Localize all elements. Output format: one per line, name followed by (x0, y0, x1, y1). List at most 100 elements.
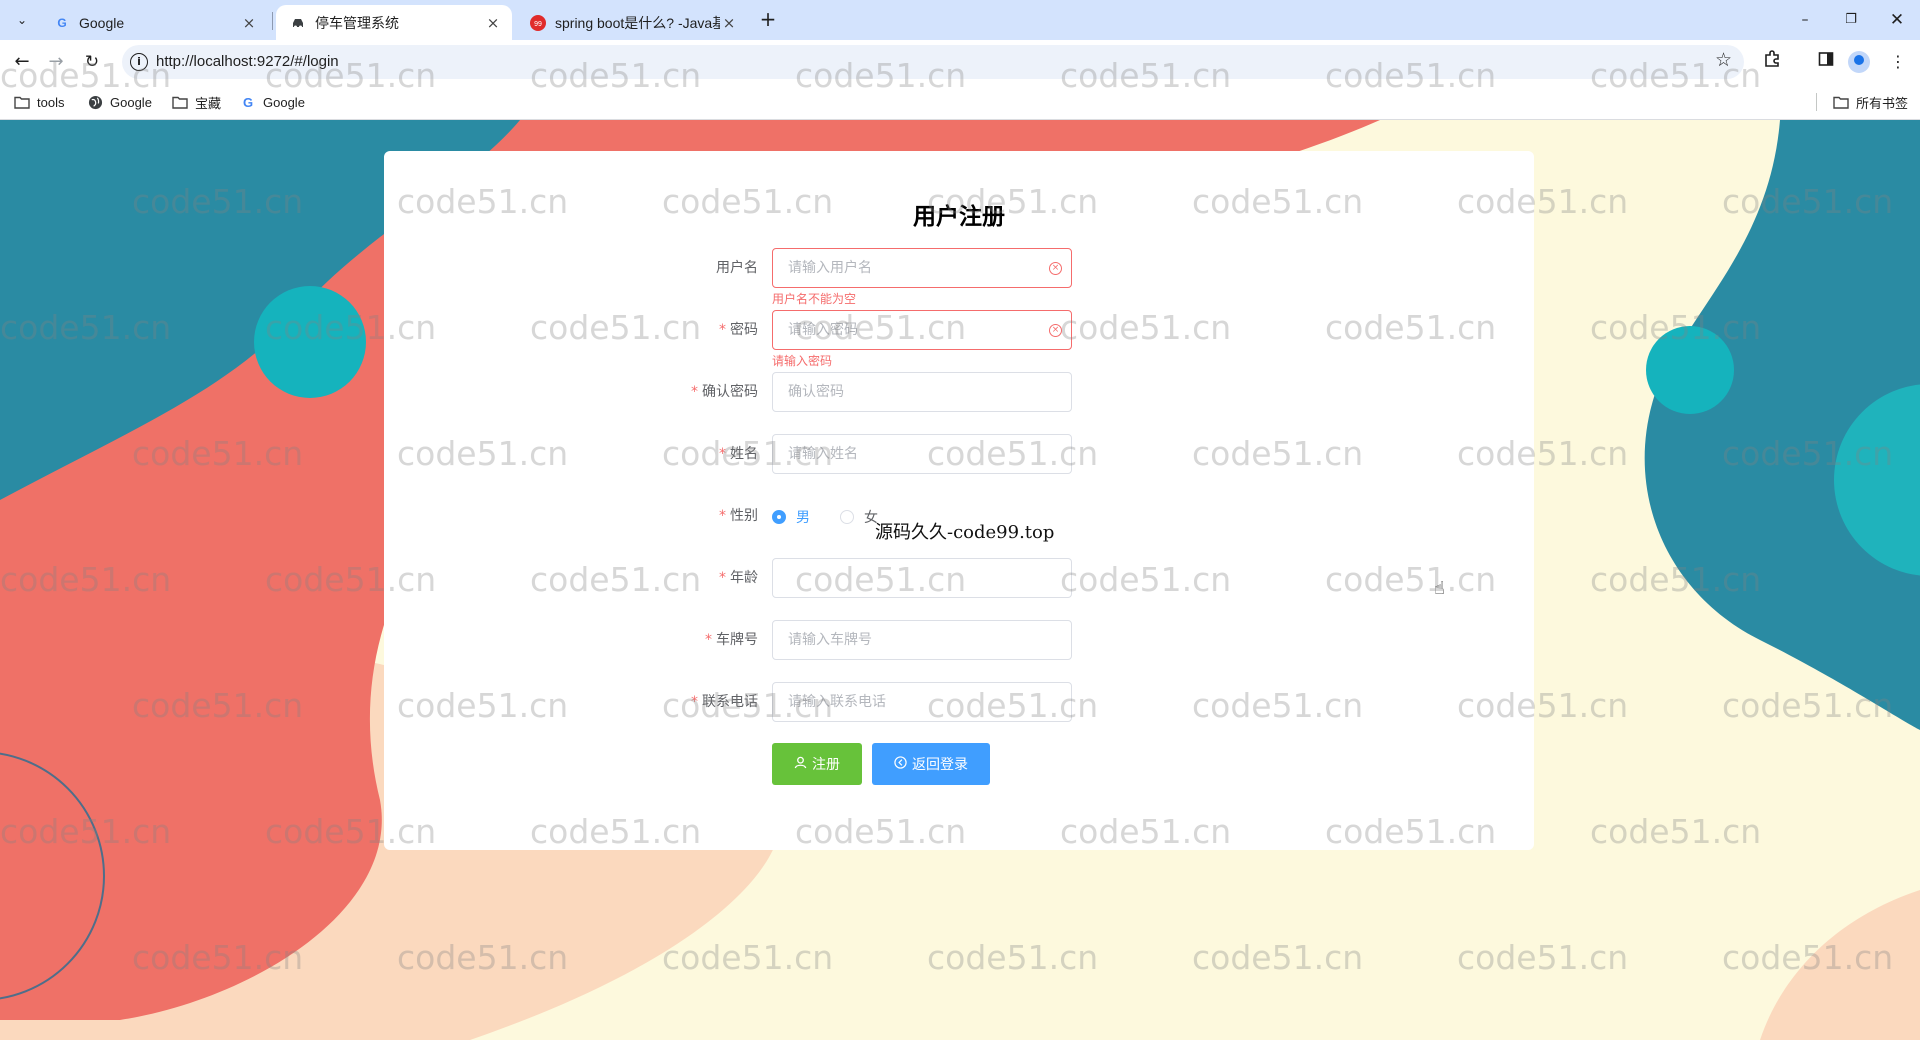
globe-icon (87, 94, 103, 110)
confirm-password-input[interactable]: 确认密码 (772, 372, 1072, 412)
tab-title: 停车管理系统 (315, 14, 399, 31)
username-label: 用户名 (716, 260, 758, 276)
tab-title: spring boot是什么? -Java基础 (555, 14, 720, 31)
age-row: * 年龄 (384, 558, 1534, 598)
bookmark-label: Google (263, 94, 305, 110)
name-label: * 姓名 (719, 434, 758, 474)
clear-circle-icon[interactable]: × (1049, 262, 1062, 275)
register-button[interactable]: 注册 (772, 743, 862, 785)
name-row: * 姓名 请输入姓名 (384, 434, 1534, 474)
age-label-text: 年龄 (730, 570, 758, 586)
more-menu-icon[interactable]: ⋮ (1886, 50, 1910, 74)
close-window-icon[interactable]: ✕ (1882, 6, 1912, 34)
plate-label: * 车牌号 (705, 620, 758, 660)
plate-placeholder: 请输入车牌号 (788, 632, 872, 648)
all-bookmarks-label: 所有书签 (1856, 95, 1909, 111)
hand-cursor-icon: ☝ (1434, 578, 1445, 599)
gender-label: * 性别 (719, 496, 758, 536)
bookmark-google[interactable]: Google (87, 92, 152, 112)
username-input[interactable]: 请输入用户名 × (772, 248, 1072, 288)
required-asterisk: * (719, 322, 726, 338)
back-arrow-icon[interactable]: ← (10, 50, 34, 74)
name-label-text: 姓名 (730, 446, 758, 462)
site-info-icon[interactable]: i (130, 53, 148, 71)
confirm-password-placeholder: 确认密码 (788, 384, 844, 400)
password-placeholder: 请输入密码 (788, 322, 858, 338)
svg-text:99: 99 (534, 21, 542, 28)
username-placeholder: 请输入用户名 (788, 260, 872, 276)
bookmarks-bar: tools Google 宝藏 G Google 所有书签 (0, 84, 1920, 120)
address-bar[interactable]: i http://localhost:9272/#/login ☆ (122, 45, 1744, 79)
new-tab-button[interactable]: + (756, 8, 780, 32)
close-icon[interactable]: × (240, 14, 258, 32)
gender-label-text: 性别 (730, 508, 758, 524)
circle-back-icon (894, 755, 907, 773)
bookmark-star-icon[interactable]: ☆ (1715, 49, 1732, 71)
google-g-icon: G (57, 15, 67, 30)
gender-radio-male[interactable]: 男 (772, 507, 810, 527)
plate-label-text: 车牌号 (716, 632, 758, 648)
profile-avatar-icon[interactable] (1848, 51, 1870, 73)
site-logo-icon: 99 (530, 14, 546, 31)
overlay-caption: 源码久久-code99.top (875, 522, 1055, 543)
required-asterisk: * (719, 570, 726, 586)
username-row: 用户名 请输入用户名 × 用户名不能为空 (384, 248, 1534, 306)
bookmark-divider (1816, 93, 1817, 111)
required-asterisk: * (691, 384, 698, 400)
all-bookmarks[interactable]: 所有书签 (1833, 92, 1908, 112)
password-error: 请输入密码 (772, 354, 833, 368)
side-panel-icon[interactable] (1814, 50, 1838, 74)
phone-placeholder: 请输入联系电话 (788, 694, 886, 710)
phone-input[interactable]: 请输入联系电话 (772, 682, 1072, 722)
minimize-icon[interactable]: – (1790, 6, 1820, 34)
url-text[interactable]: http://localhost:9272/#/login (156, 53, 339, 70)
page-viewport: 用户注册 用户名 请输入用户名 × 用户名不能为空 * 密码 请输入密码 × 请输… (0, 120, 1920, 1040)
confirm-password-label-text: 确认密码 (702, 384, 758, 400)
tab-search-chevron-icon[interactable]: ⌄ (10, 8, 34, 32)
car-icon (290, 15, 306, 31)
tab-spring-boot[interactable]: 99 spring boot是什么? -Java基础 × (516, 5, 748, 40)
confirm-password-row: * 确认密码 确认密码 (384, 372, 1534, 412)
username-error: 用户名不能为空 (772, 292, 857, 306)
required-asterisk: * (705, 632, 712, 648)
bookmark-tools[interactable]: tools (14, 92, 64, 112)
gender-radio-female[interactable]: 女 (840, 507, 878, 527)
phone-row: * 联系电话 请输入联系电话 (384, 682, 1534, 722)
radio-label: 男 (796, 510, 810, 526)
tab-parking-system[interactable]: 停车管理系统 × (276, 5, 512, 40)
bookmark-google-2[interactable]: G Google (240, 92, 305, 112)
age-label: * 年龄 (719, 558, 758, 598)
confirm-password-label: * 确认密码 (691, 372, 758, 412)
close-icon[interactable]: × (484, 14, 502, 32)
tab-title: Google (79, 14, 125, 31)
age-input[interactable] (772, 558, 1072, 598)
name-input[interactable]: 请输入姓名 (772, 434, 1072, 474)
password-input[interactable]: 请输入密码 × (772, 310, 1072, 350)
phone-label-text: 联系电话 (702, 694, 758, 710)
password-row: * 密码 请输入密码 × 请输入密码 (384, 310, 1534, 368)
plate-input[interactable]: 请输入车牌号 (772, 620, 1072, 660)
forward-arrow-icon[interactable]: → (44, 50, 68, 74)
bookmark-treasure[interactable]: 宝藏 (172, 92, 221, 112)
phone-label: * 联系电话 (691, 682, 758, 722)
bookmark-label: tools (37, 94, 65, 110)
required-asterisk: * (719, 508, 726, 524)
page-title: 用户注册 (913, 204, 1005, 230)
clear-circle-icon[interactable]: × (1049, 324, 1062, 337)
back-to-login-button[interactable]: 返回登录 (872, 743, 990, 785)
required-asterisk: * (719, 446, 726, 462)
google-g-icon: G (242, 94, 254, 110)
name-placeholder: 请输入姓名 (788, 446, 858, 462)
radio-checked-icon (772, 510, 786, 524)
extensions-puzzle-icon[interactable] (1760, 50, 1784, 74)
required-asterisk: * (691, 694, 698, 710)
password-label-text: 密码 (730, 322, 758, 338)
radio-unchecked-icon (840, 510, 854, 524)
bookmark-label: 宝藏 (195, 95, 222, 111)
bookmark-label: Google (110, 94, 152, 110)
close-icon[interactable]: × (720, 14, 738, 32)
reload-icon[interactable]: ↻ (80, 50, 104, 74)
tab-google[interactable]: G Google × (40, 5, 268, 40)
restore-icon[interactable]: ❐ (1836, 6, 1866, 34)
folder-icon (172, 94, 188, 110)
